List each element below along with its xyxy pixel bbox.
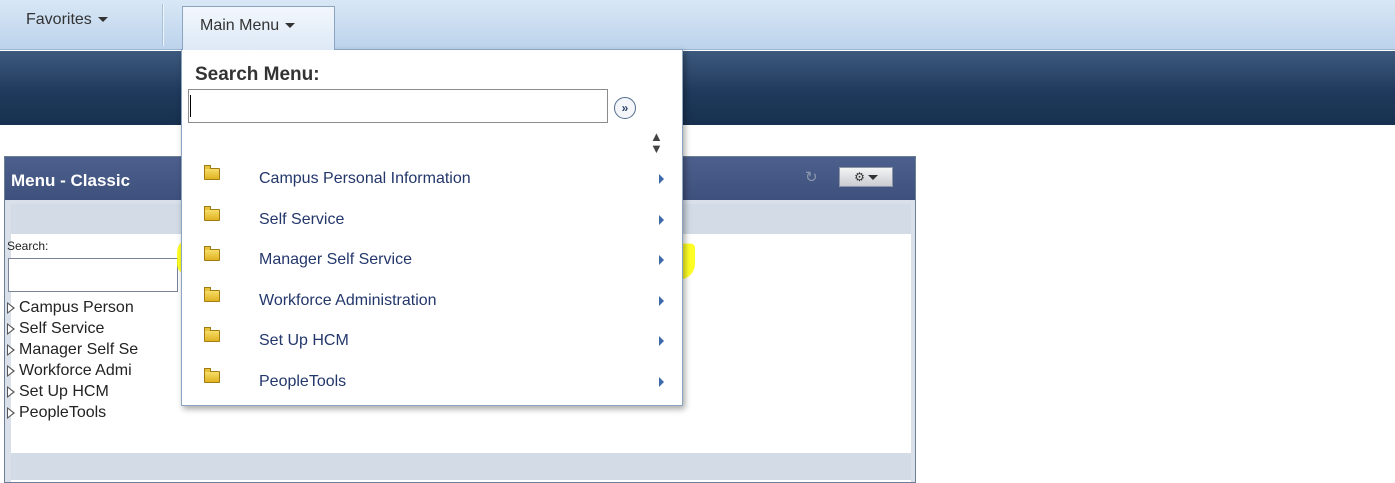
tree-item[interactable]: Campus Person — [7, 297, 138, 318]
nav-divider — [162, 4, 164, 46]
folder-icon — [204, 205, 220, 221]
text-cursor — [190, 95, 191, 117]
chevron-right-icon — [659, 214, 664, 225]
tree-item[interactable]: Self Service — [7, 318, 138, 339]
menu-item-label: PeopleTools — [259, 372, 347, 390]
pagelet-title: Menu - Classic — [11, 171, 131, 190]
pagelet-footer — [11, 453, 911, 480]
expand-arrow-icon — [7, 343, 15, 356]
menu-folder-list: Campus Personal Information Self Service M… — [182, 160, 682, 404]
menu-item-manager-self-service[interactable]: Manager Self Service — [182, 241, 682, 282]
search-menu-input[interactable] — [188, 89, 608, 123]
folder-icon — [204, 327, 220, 343]
pagelet-options-button[interactable]: ⚙ — [839, 167, 893, 187]
chevron-down-icon — [285, 23, 296, 29]
menu-item-self-service[interactable]: Self Service — [182, 201, 682, 242]
expand-arrow-icon — [7, 406, 15, 419]
chevron-right-icon — [659, 376, 664, 387]
menu-item-label: Campus Personal Information — [259, 170, 471, 187]
folder-icon — [204, 286, 220, 302]
menu-item-set-up-hcm[interactable]: Set Up HCM — [182, 322, 682, 363]
tree-item-label: Campus Person — [19, 299, 134, 316]
tree-item[interactable]: Manager Self Se — [7, 339, 138, 360]
tree-item[interactable]: Set Up HCM — [7, 381, 138, 402]
tree-item-label: Workforce Admi — [19, 362, 132, 379]
favorites-label: Favorites — [26, 11, 92, 28]
tree-item[interactable]: Workforce Admi — [7, 360, 138, 381]
tree-item-label: Self Service — [19, 320, 105, 337]
menu-tree: Campus Person Self Service Manager Self Se… — [7, 297, 138, 423]
expand-arrow-icon — [7, 301, 15, 314]
menu-item-label: Manager Self Service — [259, 251, 412, 269]
chevron-down-icon — [867, 175, 878, 181]
favorites-menu[interactable]: Favorites — [8, 8, 158, 42]
menu-item-label: Workforce Administration — [259, 291, 437, 309]
chevron-right-icon — [659, 336, 664, 347]
search-menu-title: Search Menu: — [195, 64, 320, 85]
gear-icon: ⚙ — [854, 170, 865, 184]
main-menu-button[interactable]: Main Menu — [182, 6, 335, 50]
expand-arrow-icon — [7, 385, 15, 398]
tree-item-label: Set Up HCM — [19, 383, 109, 400]
menu-item-workforce-administration[interactable]: Workforce Administration — [182, 282, 682, 323]
expand-arrow-icon — [7, 322, 15, 335]
menu-item-label: Set Up HCM — [259, 332, 349, 350]
menu-item-campus-personal-information[interactable]: Campus Personal Information — [182, 160, 682, 201]
expand-arrow-icon — [7, 364, 15, 377]
folder-icon — [204, 367, 220, 383]
chevron-right-icon — [659, 255, 664, 266]
tree-item-label: PeopleTools — [19, 404, 107, 421]
chevron-down-icon — [97, 17, 108, 23]
pagelet-search-input[interactable] — [8, 258, 178, 292]
folder-icon — [204, 246, 220, 262]
tree-item[interactable]: PeopleTools — [7, 402, 138, 423]
menu-item-label: Self Service — [259, 210, 345, 228]
chevron-right-icon — [659, 174, 664, 184]
main-menu-label: Main Menu — [200, 17, 280, 34]
tree-item-label: Manager Self Se — [19, 341, 139, 358]
sort-icon[interactable]: ▲ ▼ — [650, 130, 663, 155]
chevron-right-icon — [659, 295, 664, 306]
refresh-icon[interactable]: ↻ — [805, 170, 821, 186]
search-go-button[interactable]: » — [614, 97, 636, 119]
main-menu-dropdown: Search Menu: » ▲ ▼ Campus Personal Inform… — [181, 49, 683, 406]
folder-icon — [204, 165, 220, 180]
menu-item-peopletools[interactable]: PeopleTools — [182, 363, 682, 404]
search-label: Search: — [7, 239, 49, 253]
